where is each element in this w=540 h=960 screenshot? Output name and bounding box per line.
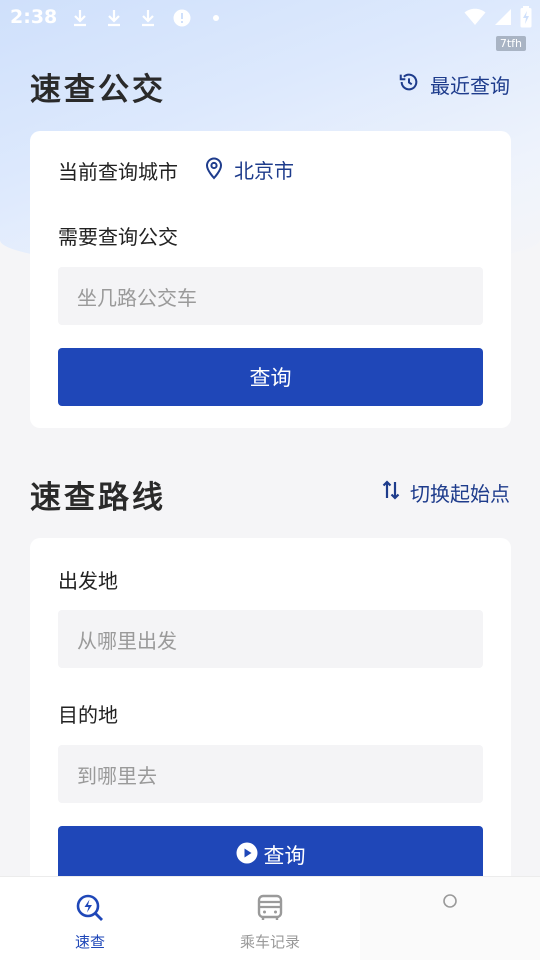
from-label: 出发地: [58, 569, 118, 593]
city-value: 北京市: [234, 159, 294, 183]
recent-query-label: 最近查询: [430, 74, 510, 98]
tab-ride-history-label: 乘车记录: [239, 933, 300, 951]
route-query-label: 查询: [263, 844, 306, 868]
route-search-card: 出发地 从哪里出发 目的地 到哪里去 查询: [30, 538, 511, 898]
tab-third[interactable]: [360, 877, 540, 960]
switch-endpoints-label: 切换起始点: [410, 482, 510, 506]
circle-icon: [360, 893, 540, 925]
switch-endpoints-button[interactable]: 切换起始点: [382, 478, 510, 507]
dot-icon: [206, 8, 226, 28]
bus-query-label: 查询: [249, 366, 292, 390]
location-pin-icon: [204, 156, 224, 184]
bus-icon: [180, 893, 360, 925]
bus-query-button[interactable]: 查询: [58, 348, 483, 406]
bottom-tab-bar: 速查 乘车记录: [0, 876, 540, 960]
debug-badge: 7tfh: [495, 36, 526, 51]
bus-number-placeholder: 坐几路公交车: [77, 285, 197, 310]
wifi-icon: [464, 8, 486, 30]
to-label: 目的地: [58, 703, 118, 727]
status-time: 2:38: [10, 6, 58, 28]
tab-quick-search-label: 速查: [74, 933, 105, 951]
bus-label: 需要查询公交: [58, 225, 178, 249]
to-input[interactable]: 到哪里去: [58, 745, 483, 803]
city-selector[interactable]: 北京市: [204, 155, 294, 184]
from-placeholder: 从哪里出发: [77, 628, 177, 653]
bus-search-title: 速查公交: [30, 72, 166, 108]
battery-icon: [520, 6, 532, 32]
download-icon: [70, 8, 90, 28]
history-icon: [398, 71, 420, 98]
download-icon: [138, 8, 158, 28]
download-icon: [104, 8, 124, 28]
route-search-title: 速查路线: [30, 480, 166, 516]
alert-icon: [172, 8, 192, 28]
status-bar: 2:38: [0, 0, 540, 36]
bus-search-card: 当前查询城市 北京市 需要查询公交 坐几路公交车 查询: [30, 131, 511, 428]
notification-icons: [70, 8, 226, 28]
recent-query-button[interactable]: 最近查询: [398, 70, 510, 99]
system-icons: [464, 6, 532, 32]
bus-number-input[interactable]: 坐几路公交车: [58, 267, 483, 325]
from-input[interactable]: 从哪里出发: [58, 610, 483, 668]
signal-icon: [494, 8, 512, 30]
play-circle-icon: [236, 842, 258, 869]
to-placeholder: 到哪里去: [77, 763, 157, 788]
tab-quick-search[interactable]: 速查: [0, 877, 180, 960]
tab-ride-history[interactable]: 乘车记录: [180, 877, 360, 960]
search-bolt-icon: [0, 893, 180, 925]
swap-icon: [382, 479, 400, 506]
city-label: 当前查询城市: [58, 160, 178, 184]
